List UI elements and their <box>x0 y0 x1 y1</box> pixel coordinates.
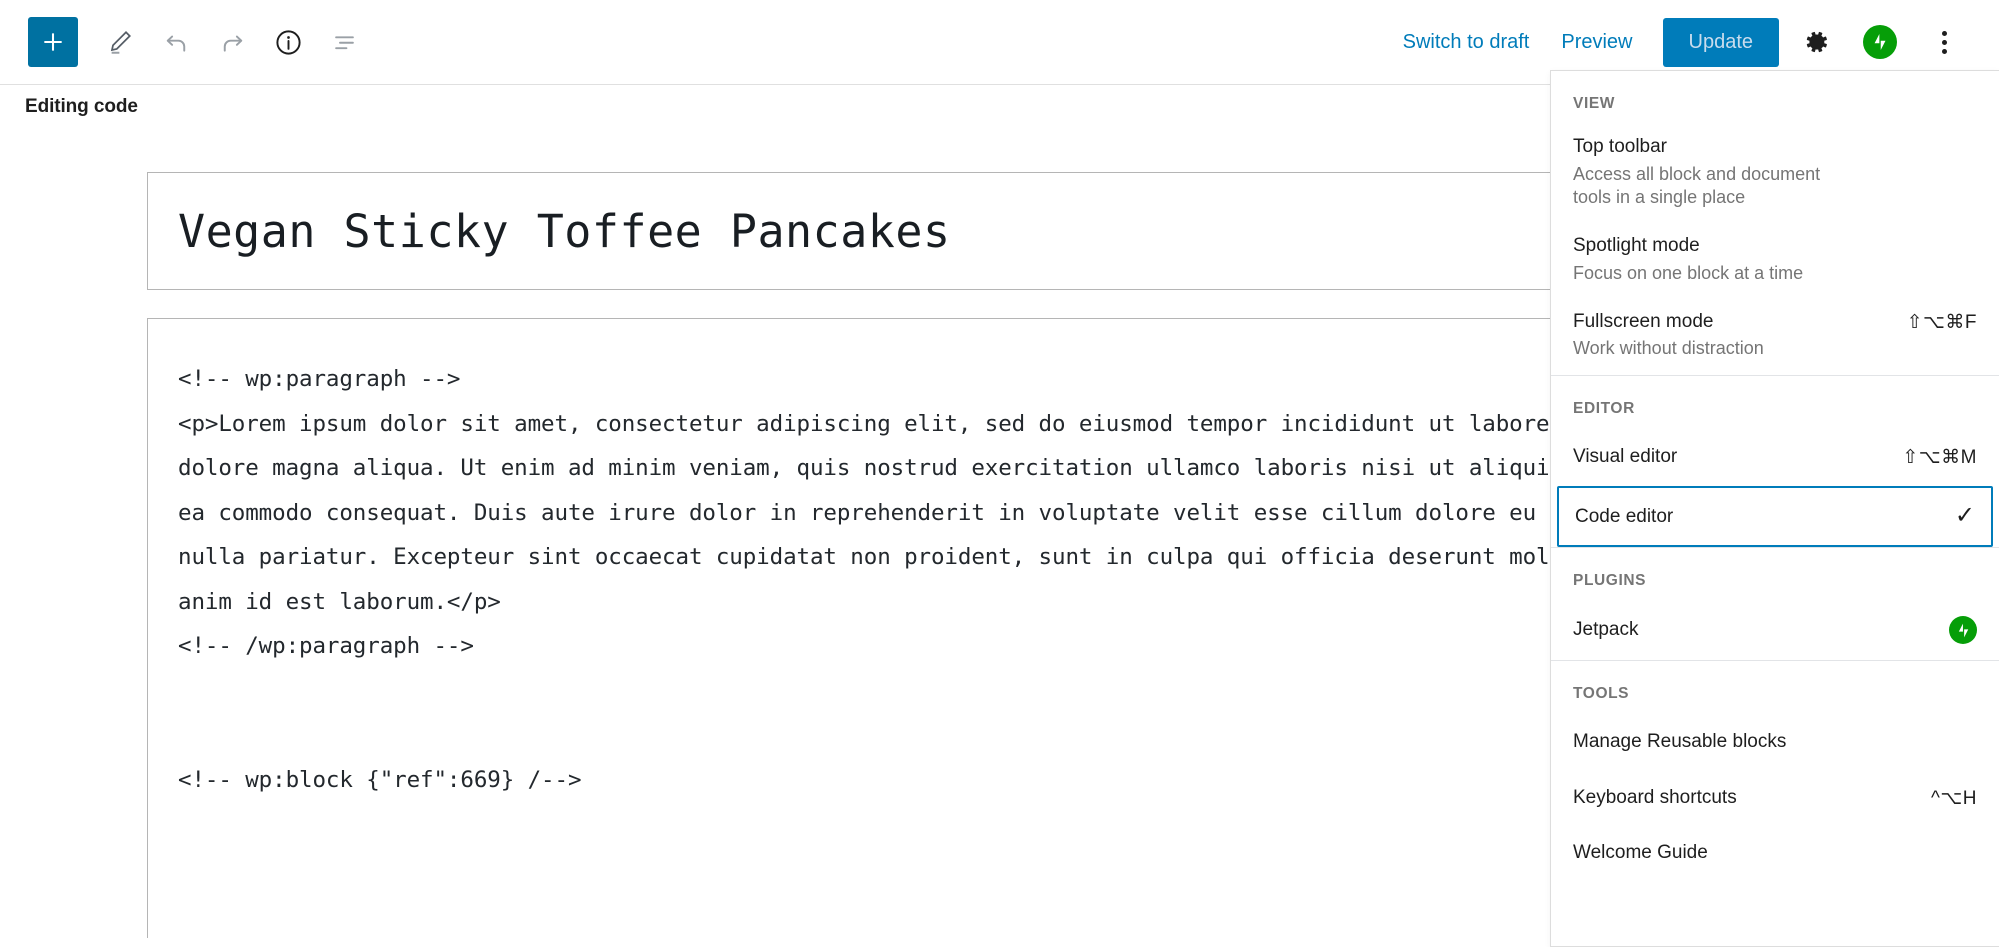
menu-item-shortcut: ⇧⌥⌘M <box>1902 444 1977 469</box>
menu-item-text: Code editor <box>1575 504 1673 530</box>
jetpack-logo-icon <box>1949 616 1977 644</box>
menu-item-text: Keyboard shortcuts <box>1573 785 1737 811</box>
header-toolbar <box>0 14 372 70</box>
menu-item-label: Top toolbar <box>1573 134 1823 160</box>
menu-section-tools: TOOLS Manage Reusable blocks Keyboard shor… <box>1551 661 1999 882</box>
redo-button[interactable] <box>204 14 260 70</box>
menu-item-description: Work without distraction <box>1573 337 1764 361</box>
jetpack-button[interactable] <box>1853 15 1907 69</box>
more-options-dropdown: VIEW Top toolbar Access all block and docu… <box>1550 70 1999 947</box>
header-actions: Switch to draft Preview Update <box>1387 15 1999 69</box>
menu-item-label: Fullscreen mode <box>1573 309 1764 335</box>
info-icon <box>273 27 304 58</box>
menu-item-welcome-guide[interactable]: Welcome Guide <box>1551 826 1999 882</box>
menu-item-text: Fullscreen modeWork without distraction <box>1573 309 1764 361</box>
menu-group-label: PLUGINS <box>1551 548 1999 602</box>
menu-item-keyboard-shortcuts[interactable]: Keyboard shortcuts ^⌥H <box>1551 771 1999 827</box>
menu-item-code-editor[interactable]: Code editor ✓ <box>1557 486 1993 548</box>
block-inserter-button[interactable] <box>28 17 78 67</box>
undo-button[interactable] <box>148 14 204 70</box>
menu-item-label: Keyboard shortcuts <box>1573 785 1737 811</box>
menu-section-editor: EDITOR Visual editor ⇧⌥⌘M Code editor ✓ <box>1551 376 1999 548</box>
menu-item-top-toolbar[interactable]: Top toolbar Access all block and document… <box>1551 125 1999 224</box>
menu-item-description: Focus on one block at a time <box>1573 262 1803 286</box>
menu-item-shortcut: ⇧⌥⌘F <box>1907 309 1977 334</box>
editing-mode-label: Editing code <box>25 96 138 118</box>
menu-item-spotlight-mode[interactable]: Spotlight mode Focus on one block at a ti… <box>1551 224 1999 299</box>
plus-icon <box>40 29 66 55</box>
menu-item-label: Code editor <box>1575 504 1673 530</box>
preview-button[interactable]: Preview <box>1545 21 1648 64</box>
menu-group-label: TOOLS <box>1551 661 1999 715</box>
settings-button[interactable] <box>1789 15 1843 69</box>
pencil-icon <box>105 27 135 57</box>
undo-arrow-icon <box>161 27 192 58</box>
menu-item-fullscreen-mode[interactable]: Fullscreen modeWork without distraction ⇧… <box>1551 300 1999 375</box>
menu-item-jetpack[interactable]: Jetpack <box>1551 602 1999 660</box>
menu-item-description: Access all block and document tools in a… <box>1573 163 1823 211</box>
update-button[interactable]: Update <box>1663 18 1780 67</box>
kebab-menu-icon <box>1942 31 1947 54</box>
menu-item-label: Manage Reusable blocks <box>1573 729 1786 755</box>
menu-item-text: Visual editor <box>1573 444 1677 470</box>
menu-item-visual-editor[interactable]: Visual editor ⇧⌥⌘M <box>1551 430 1999 486</box>
menu-item-text: Top toolbar Access all block and document… <box>1573 134 1823 210</box>
menu-item-shortcut: ^⌥H <box>1931 785 1977 810</box>
menu-group-label: VIEW <box>1551 71 1999 125</box>
menu-item-text: Spotlight mode Focus on one block at a ti… <box>1573 233 1803 285</box>
menu-item-text: Jetpack <box>1573 617 1638 643</box>
jetpack-logo-icon <box>1863 25 1897 59</box>
redo-arrow-icon <box>217 27 248 58</box>
switch-to-draft-button[interactable]: Switch to draft <box>1387 21 1546 64</box>
menu-item-manage-reusable-blocks[interactable]: Manage Reusable blocks <box>1551 715 1999 771</box>
menu-item-text: Manage Reusable blocks <box>1573 729 1786 755</box>
edit-tool-button[interactable] <box>92 14 148 70</box>
details-button[interactable] <box>260 14 316 70</box>
menu-item-label: Spotlight mode <box>1573 233 1803 259</box>
checkmark-icon: ✓ <box>1955 504 1975 528</box>
menu-section-plugins: PLUGINS Jetpack <box>1551 548 1999 661</box>
menu-section-view: VIEW Top toolbar Access all block and docu… <box>1551 71 1999 376</box>
menu-item-label: Jetpack <box>1573 617 1638 643</box>
more-menu-button[interactable] <box>1917 15 1971 69</box>
list-view-button[interactable] <box>316 14 372 70</box>
menu-group-label: EDITOR <box>1551 376 1999 430</box>
menu-item-label: Visual editor <box>1573 444 1677 470</box>
gear-icon <box>1801 27 1831 57</box>
list-view-icon <box>329 27 360 58</box>
menu-item-text: Welcome Guide <box>1573 840 1708 866</box>
menu-item-label: Welcome Guide <box>1573 840 1708 866</box>
